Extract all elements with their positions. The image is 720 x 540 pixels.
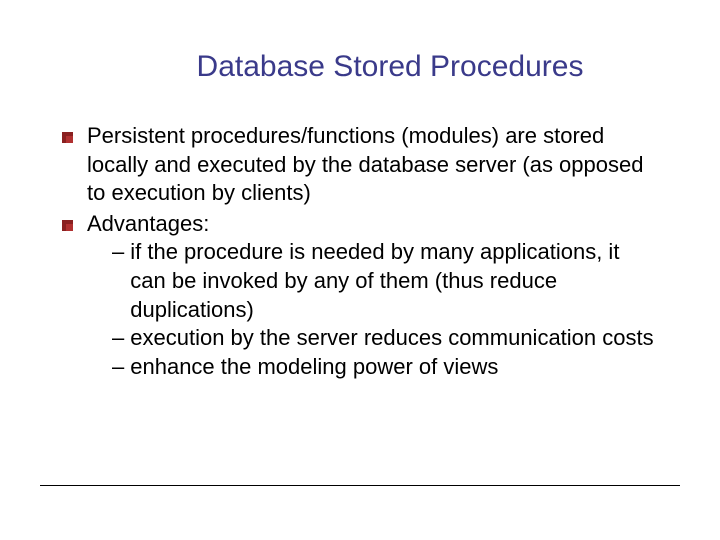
- content-area: Persistent procedures/functions (modules…: [0, 122, 720, 381]
- page-title: Database Stored Procedures: [0, 0, 720, 122]
- sub-text: execution by the server reduces communic…: [130, 324, 653, 353]
- square-bullet-icon: [62, 130, 73, 141]
- bullet-text: Persistent procedures/functions (modules…: [87, 122, 660, 208]
- dash-icon: –: [112, 353, 124, 382]
- square-bullet-icon: [62, 218, 73, 229]
- sub-item: – enhance the modeling power of views: [112, 353, 660, 382]
- sub-text: if the procedure is needed by many appli…: [130, 238, 660, 324]
- sub-list: – if the procedure is needed by many app…: [87, 238, 660, 381]
- sub-text: enhance the modeling power of views: [130, 353, 498, 382]
- bullet-item: Advantages: – if the procedure is needed…: [62, 210, 660, 382]
- sub-item: – if the procedure is needed by many app…: [112, 238, 660, 324]
- bullet-block: Advantages: – if the procedure is needed…: [87, 210, 660, 382]
- footer-divider: [40, 485, 680, 486]
- dash-icon: –: [112, 324, 124, 353]
- sub-item: – execution by the server reduces commun…: [112, 324, 660, 353]
- bullet-text: Advantages:: [87, 210, 660, 239]
- bullet-item: Persistent procedures/functions (modules…: [62, 122, 660, 208]
- slide: Database Stored Procedures Persistent pr…: [0, 0, 720, 540]
- dash-icon: –: [112, 238, 124, 267]
